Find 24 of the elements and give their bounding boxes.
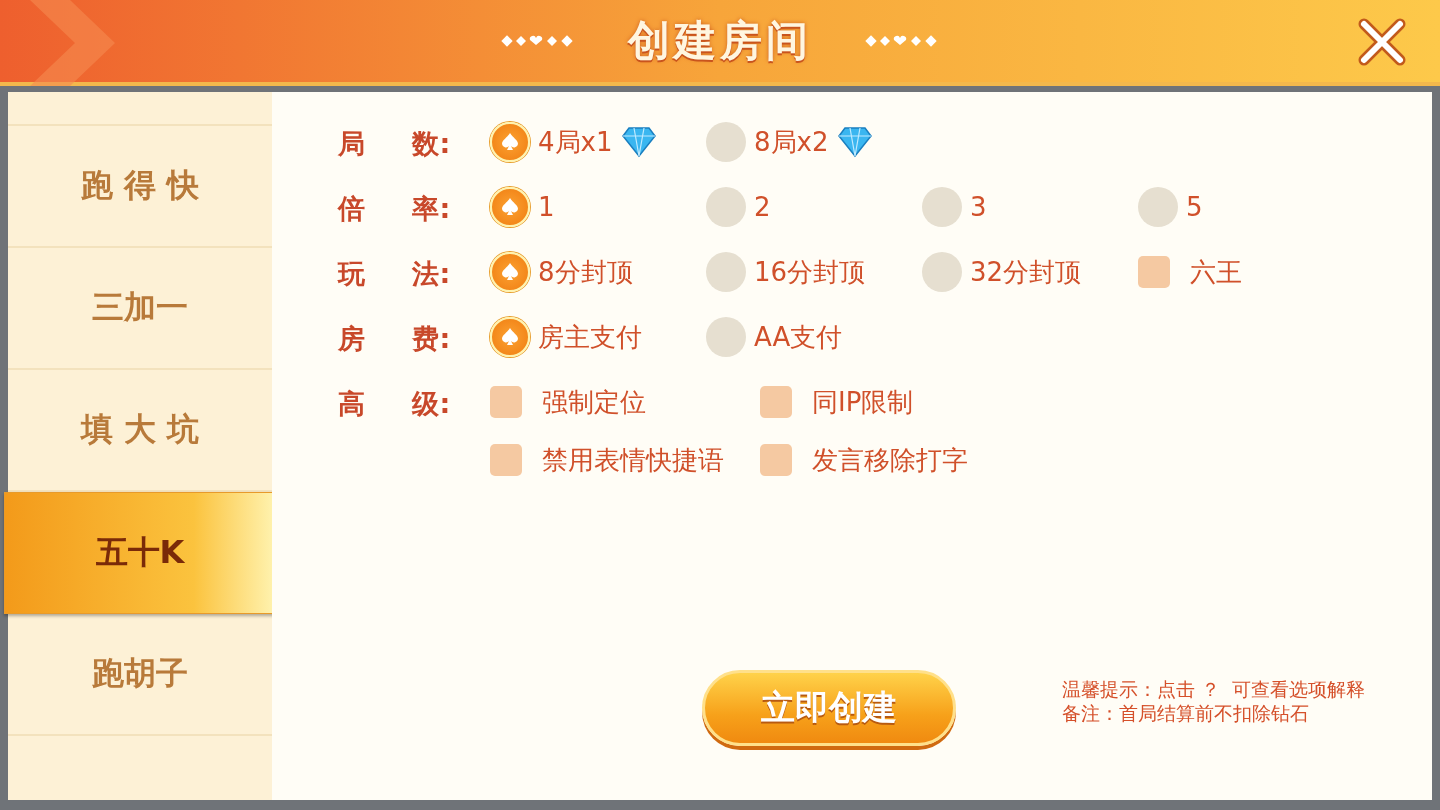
radio-option[interactable]: 1 [490, 181, 555, 233]
radio-option[interactable]: 4局x1 [490, 116, 657, 168]
radio-option[interactable]: 8分封顶 [490, 246, 633, 298]
radio-option[interactable]: AA支付 [706, 311, 843, 363]
radio-option[interactable]: 8局x2 [706, 116, 873, 168]
checkbox-option[interactable]: 发言移除打字 [760, 434, 968, 486]
setting-label: 倍 率: [338, 192, 452, 226]
checkbox-option[interactable]: 禁用表情快捷语 [490, 434, 724, 486]
checkbox-option[interactable]: 同IP限制 [760, 376, 914, 428]
radio-option[interactable]: 5 [1138, 181, 1203, 233]
checkbox-option[interactable]: 六王 [1138, 246, 1242, 298]
radio-option[interactable]: 3 [922, 181, 987, 233]
setting-label: 房 费: [338, 322, 452, 356]
setting-label: 局 数: [338, 127, 452, 161]
checkbox-option[interactable]: 强制定位 [490, 376, 646, 428]
radio-option[interactable]: 2 [706, 181, 771, 233]
radio-option[interactable]: 32分封顶 [922, 246, 1082, 298]
setting-label: 高 级: [338, 387, 452, 421]
radio-option[interactable]: 16分封顶 [706, 246, 866, 298]
radio-option[interactable]: 房主支付 [490, 311, 642, 363]
window-title: 创建房间 [628, 15, 812, 67]
hint-text: 备注：首局结算前不扣除钻石 [1062, 701, 1309, 726]
hint-text: 温馨提示：点击 ？ 可查看选项解释 [1062, 677, 1366, 702]
setting-label: 玩 法: [338, 257, 452, 291]
